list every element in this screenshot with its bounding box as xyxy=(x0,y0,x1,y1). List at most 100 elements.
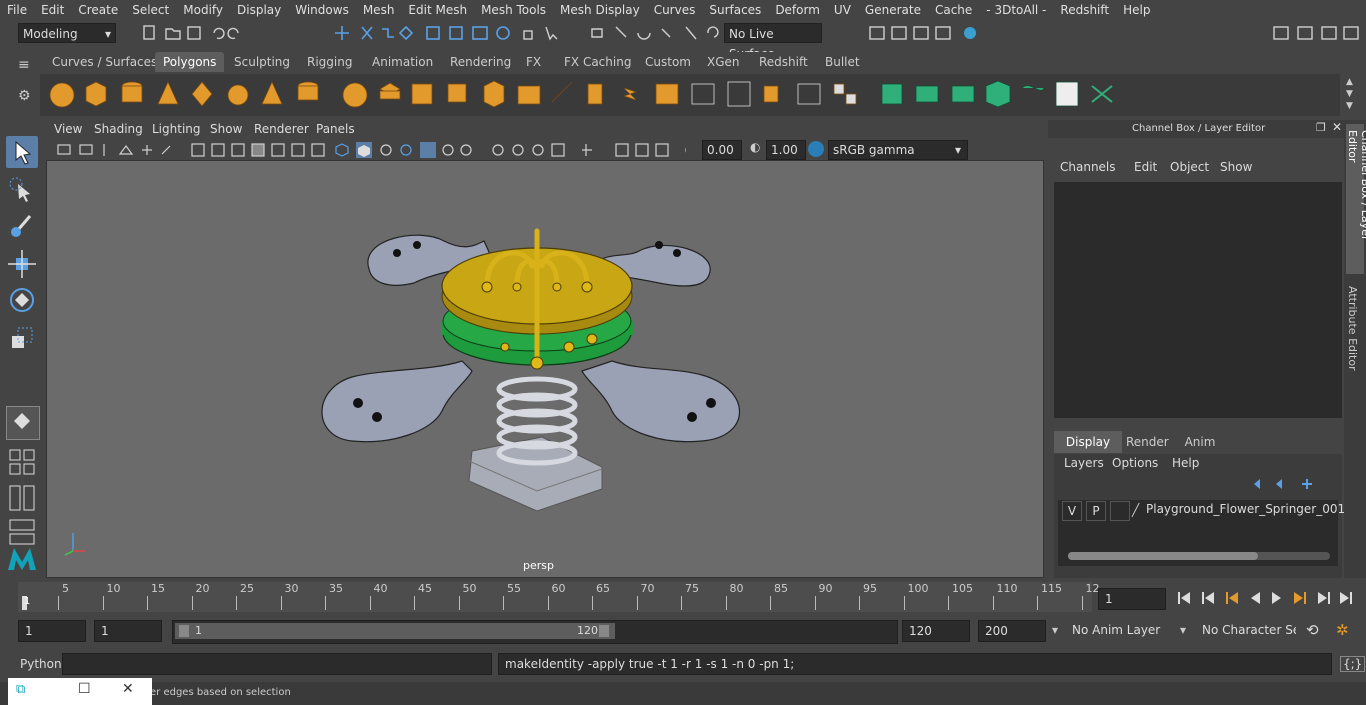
cb-menu-edit[interactable]: Edit xyxy=(1134,160,1157,174)
gamma-field[interactable]: 1.00 xyxy=(766,140,806,160)
menu-edit[interactable]: Edit xyxy=(34,3,71,17)
shelf-settings[interactable]: ≡ ⚙ xyxy=(18,58,38,114)
vp-menu-renderer[interactable]: Renderer xyxy=(254,122,309,136)
menu-cache[interactable]: Cache xyxy=(928,3,979,17)
menu-help[interactable]: Help xyxy=(1116,3,1157,17)
playback-end-field[interactable]: 120 xyxy=(902,620,970,642)
chevron-down-icon[interactable]: ▾ xyxy=(1052,623,1058,637)
layer-playback-toggle[interactable]: P xyxy=(1086,501,1106,521)
menu-mesh[interactable]: Mesh xyxy=(356,3,402,17)
menu-mesh-tools[interactable]: Mesh Tools xyxy=(474,3,553,17)
side-tab-channel-box[interactable]: Channel Box / Layer Editor xyxy=(1346,124,1366,274)
cb-menu-show[interactable]: Show xyxy=(1220,160,1252,174)
menu-modify[interactable]: Modify xyxy=(176,3,230,17)
cb-menu-channels[interactable]: Channels xyxy=(1060,160,1116,174)
shelf-tab-fx[interactable]: FX xyxy=(518,52,549,72)
vp-menu-shading[interactable]: Shading xyxy=(94,122,143,136)
menu-3dtoall[interactable]: - 3DtoAll - xyxy=(979,3,1053,17)
maximize-icon[interactable]: ☐ xyxy=(78,681,91,697)
vp-menu-show[interactable]: Show xyxy=(210,122,242,136)
playback-controls[interactable] xyxy=(1172,588,1362,608)
layer-row[interactable]: V P ╱ Playground_Flower_Springer_001_lay xyxy=(1058,500,1366,521)
live-surface-field[interactable]: No Live Surface xyxy=(724,23,822,61)
menu-generate[interactable]: Generate xyxy=(858,3,928,17)
command-input[interactable] xyxy=(62,653,492,675)
vp-menu-view[interactable]: View xyxy=(54,122,82,136)
viewport-3d[interactable]: persp xyxy=(46,160,1044,578)
menu-uv[interactable]: UV xyxy=(827,3,858,17)
layer-type-toggle[interactable] xyxy=(1110,501,1130,521)
preferences-icon[interactable]: ✲ xyxy=(1336,621,1349,639)
layer-action-icons[interactable] xyxy=(1250,476,1340,492)
select-tool[interactable] xyxy=(6,136,38,168)
shelf-tab-bullet[interactable]: Bullet xyxy=(817,52,868,72)
shelf-tab-custom[interactable]: Custom xyxy=(637,52,699,72)
float-icon[interactable]: ❐ xyxy=(1316,121,1326,134)
shelf-tab-polygons[interactable]: Polygons xyxy=(155,52,225,72)
range-right-grip[interactable] xyxy=(599,625,609,637)
shelf-tab-curves-surfaces[interactable]: Curves / Surfaces xyxy=(44,52,165,72)
vp-menu-panels[interactable]: Panels xyxy=(316,122,355,136)
menu-windows[interactable]: Windows xyxy=(288,3,356,17)
layout-four-button[interactable] xyxy=(6,446,38,478)
script-editor-icon[interactable]: {;} xyxy=(1340,656,1366,672)
mode-select[interactable]: Modeling ▾ xyxy=(18,23,116,43)
menu-select[interactable]: Select xyxy=(125,3,176,17)
current-frame-field[interactable]: 1 xyxy=(1098,588,1166,610)
chevron-down-icon[interactable]: ▾ xyxy=(1180,623,1186,637)
layer-menu-help[interactable]: Help xyxy=(1172,456,1199,470)
scene-start-field[interactable]: 1 xyxy=(18,620,86,642)
auto-key-icon[interactable]: ⟲ xyxy=(1306,621,1319,639)
close-icon[interactable]: ✕ xyxy=(1332,120,1342,134)
layer-name[interactable]: Playground_Flower_Springer_001_lay xyxy=(1146,502,1366,516)
menu-display[interactable]: Display xyxy=(230,3,288,17)
layout-single-button[interactable] xyxy=(6,406,40,440)
shelf-tab-animation[interactable]: Animation xyxy=(364,52,441,72)
shelf-tab-sculpting[interactable]: Sculpting xyxy=(226,52,298,72)
range-slider-handle[interactable]: 1 120 xyxy=(175,623,615,639)
exposure-field[interactable]: 0.00 xyxy=(702,140,742,160)
menu-deform[interactable]: Deform xyxy=(768,3,827,17)
range-slider[interactable]: 1 120 xyxy=(172,620,898,644)
workspace-icons[interactable] xyxy=(1270,23,1366,43)
lasso-tool[interactable] xyxy=(6,174,38,206)
side-tab-attribute-editor[interactable]: Attribute Editor xyxy=(1346,286,1364,376)
shelf-tab-xgen[interactable]: XGen xyxy=(699,52,748,72)
menu-redshift[interactable]: Redshift xyxy=(1053,3,1116,17)
menu-file[interactable]: File xyxy=(0,3,34,17)
scale-tool[interactable] xyxy=(6,322,38,354)
move-tool[interactable] xyxy=(6,248,38,280)
timeline[interactable]: 5 10 15 20 25 30 35 40 45 50 55 60 65 70 75 80 85 90 95 100… xyxy=(18,582,1100,612)
range-left-grip[interactable] xyxy=(179,625,189,637)
menu-create[interactable]: Create xyxy=(71,3,125,17)
layer-tab-display[interactable]: Display xyxy=(1054,431,1122,453)
anim-layer-select[interactable]: No Anim Layer xyxy=(1066,620,1176,642)
menu-surfaces[interactable]: Surfaces xyxy=(702,3,768,17)
layer-hscrollbar[interactable] xyxy=(1068,552,1330,560)
shelf-tab-rendering[interactable]: Rendering xyxy=(442,52,519,72)
viewport-toolbar-icons[interactable] xyxy=(46,140,686,160)
menu-edit-mesh[interactable]: Edit Mesh xyxy=(401,3,474,17)
shelf-tab-fx-caching[interactable]: FX Caching xyxy=(556,52,639,72)
layer-menu-layers[interactable]: Layers xyxy=(1064,456,1104,470)
command-language-label[interactable]: Python xyxy=(20,657,62,671)
close-icon[interactable]: ✕ xyxy=(122,681,134,697)
menu-curves[interactable]: Curves xyxy=(647,3,703,17)
color-management-icon[interactable] xyxy=(808,141,824,157)
layout-split-button[interactable] xyxy=(6,482,38,514)
channel-list[interactable] xyxy=(1054,182,1342,418)
rotate-tool[interactable] xyxy=(6,284,38,316)
scene-end-field[interactable]: 200 xyxy=(978,620,1046,642)
shelf-scroll[interactable]: ▲ ▼ ▼ xyxy=(1346,76,1358,112)
cb-menu-object[interactable]: Object xyxy=(1170,160,1209,174)
playback-start-field[interactable]: 1 xyxy=(94,620,162,642)
layer-visibility-toggle[interactable]: V xyxy=(1062,501,1082,521)
menu-mesh-display[interactable]: Mesh Display xyxy=(553,3,647,17)
shelf-tab-redshift[interactable]: Redshift xyxy=(751,52,816,72)
shelf-icons[interactable] xyxy=(40,74,1340,116)
layer-tab-render[interactable]: Render xyxy=(1126,431,1169,453)
scrollbar-thumb[interactable] xyxy=(1068,552,1258,560)
color-space-select[interactable]: sRGB gamma ▾ xyxy=(828,140,968,160)
paint-select-tool[interactable] xyxy=(6,210,38,242)
vp-menu-lighting[interactable]: Lighting xyxy=(152,122,201,136)
